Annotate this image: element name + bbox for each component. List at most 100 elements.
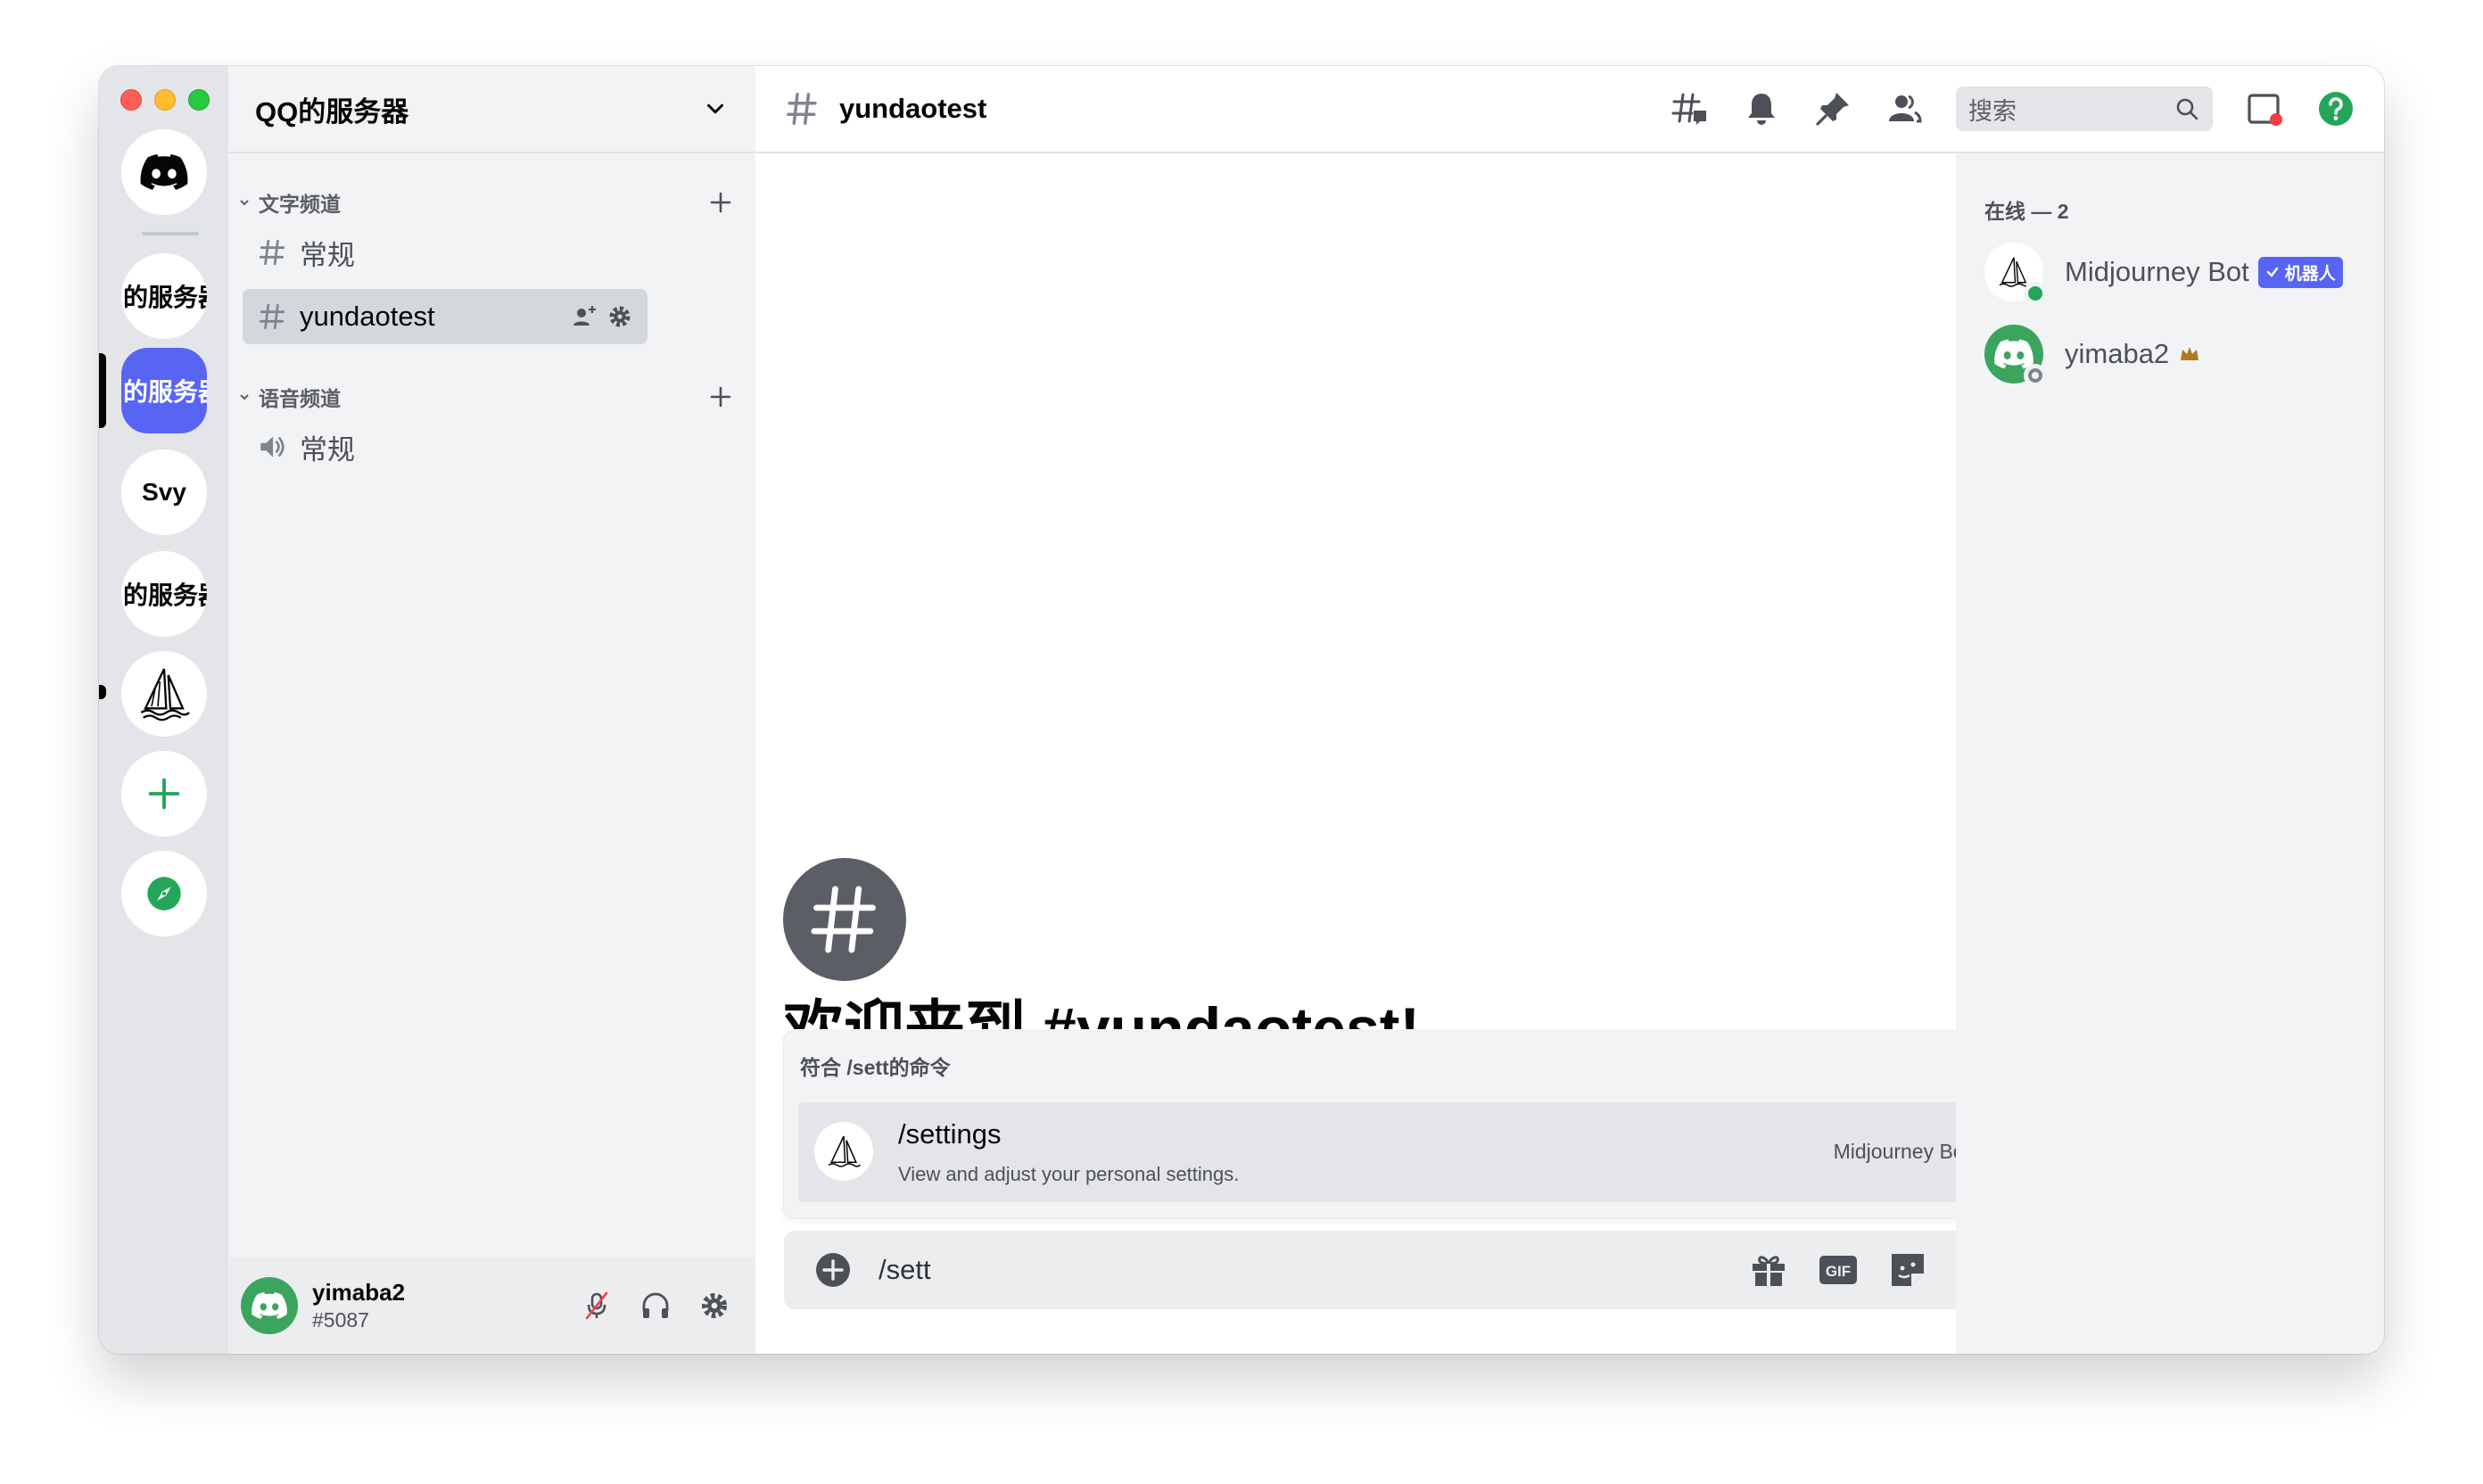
channel-sidebar: QQ的服务器 文字频道 常规 yundaotest 语音频道 常规 yimaba…: [228, 66, 755, 1354]
voice-channel-general[interactable]: 常规: [243, 419, 648, 474]
add-server-button[interactable]: [121, 751, 207, 837]
server-rail: 的服务器 的服务器 Svy 的服务器: [99, 66, 228, 1354]
home-button[interactable]: [121, 129, 207, 215]
category-text-channels[interactable]: 文字频道: [237, 185, 746, 220]
channel-welcome-icon: [783, 858, 906, 981]
command-autocomplete: 符合 /sett的命令 /settings View and adjust yo…: [784, 1031, 2025, 1218]
user-panel: yimaba2 #5087: [228, 1257, 755, 1354]
guild-name: QQ的服务器: [255, 95, 409, 128]
channel-item-yundaotest[interactable]: yundaotest: [243, 289, 648, 344]
bot-avatar: [814, 1122, 873, 1181]
server-icon-active[interactable]: 的服务器: [121, 348, 207, 433]
plus-icon: [148, 778, 180, 810]
member-name: yimaba2: [2065, 338, 2170, 369]
user-settings-gear-icon[interactable]: [698, 1290, 730, 1322]
category-voice-channels[interactable]: 语音频道: [237, 379, 746, 415]
member-list: 在线 — 2 Midjourney Bot 机器人 yimaba2: [1956, 153, 2384, 1354]
attach-plus-icon[interactable]: [814, 1251, 852, 1289]
discord-logo-icon: [252, 1292, 287, 1319]
channel-welcome-title: 欢迎来到 #yundaotest!: [783, 995, 1421, 1029]
guild-header[interactable]: QQ的服务器: [228, 66, 755, 153]
midjourney-server-icon[interactable]: [121, 651, 207, 737]
user-info[interactable]: yimaba2 #5087: [312, 1279, 581, 1332]
zoom-window-button[interactable]: [188, 89, 210, 111]
member-avatar: [1984, 243, 2047, 305]
hashtag-icon: [259, 303, 285, 330]
user-avatar[interactable]: [241, 1277, 298, 1334]
mute-microphone-icon[interactable]: [581, 1290, 613, 1322]
channel-label: 常规: [300, 239, 355, 271]
headphones-icon[interactable]: [639, 1290, 672, 1322]
create-channel-icon[interactable]: [706, 383, 735, 411]
server-label: 的服务器: [123, 284, 207, 311]
rail-separator: [142, 232, 199, 235]
discord-window: 的服务器 的服务器 Svy 的服务器: [99, 66, 2384, 1354]
gift-icon[interactable]: [1747, 1249, 1790, 1291]
server-icon[interactable]: Svy: [121, 449, 207, 535]
hashtag-icon: [811, 886, 876, 953]
message-input[interactable]: /sett: [879, 1254, 1747, 1286]
caret-down-icon: [240, 200, 249, 206]
channel-title: yundaotest: [839, 93, 987, 124]
member-item[interactable]: Midjourney Bot 机器人: [1984, 241, 2368, 305]
sailboat-icon: [828, 1135, 861, 1167]
gear-icon[interactable]: [606, 303, 633, 330]
bot-badge-label: 机器人: [2284, 264, 2336, 284]
discord-logo-icon: [140, 154, 188, 190]
channel-label: yundaotest: [300, 301, 435, 332]
gif-icon[interactable]: GIF: [1817, 1249, 1860, 1291]
sailboat-icon: [140, 668, 190, 721]
member-name: Midjourney Bot: [2065, 256, 2249, 287]
explore-servers-button[interactable]: [121, 851, 207, 936]
window-controls: [120, 89, 210, 111]
command-name: /settings: [898, 1118, 1002, 1150]
offline-status-icon: [2024, 364, 2047, 387]
member-list-icon[interactable]: [1885, 89, 1924, 128]
close-window-button[interactable]: [120, 89, 142, 111]
server-label: 的服务器: [123, 581, 207, 609]
autocomplete-heading: 符合 /sett的命令: [800, 1056, 951, 1079]
chevron-down-icon[interactable]: [702, 95, 729, 122]
command-source: Midjourney Bot: [1833, 1140, 1970, 1163]
bot-badge: 机器人: [2257, 256, 2343, 288]
channel-tools: [571, 303, 633, 330]
channel-label: 常规: [300, 433, 355, 466]
notification-bell-icon[interactable]: [1742, 89, 1781, 128]
server-icon[interactable]: 的服务器: [121, 551, 207, 637]
username: yimaba2: [312, 1279, 406, 1306]
search-placeholder: 搜索: [1968, 97, 2017, 125]
minimize-window-button[interactable]: [154, 89, 176, 111]
server-label: 的服务器: [123, 378, 207, 406]
inbox-icon[interactable]: [2245, 89, 2284, 128]
channel-header: yundaotest 搜索: [755, 66, 2384, 153]
invite-member-icon[interactable]: [571, 303, 598, 330]
header-toolbar: 搜索: [1670, 87, 2355, 131]
chat-area: yundaotest 搜索 欢迎来到 #yundaotest! 符合 /sett…: [755, 66, 2384, 1354]
unread-indicator: [99, 685, 106, 699]
server-label: Svy: [142, 478, 186, 506]
help-icon[interactable]: [2316, 89, 2355, 128]
crown-icon: [2181, 347, 2199, 360]
compass-icon: [147, 877, 181, 911]
online-status-icon: [2024, 282, 2047, 305]
category-label: 文字频道: [259, 193, 341, 216]
caret-down-icon: [240, 394, 249, 400]
server-icon[interactable]: 的服务器: [121, 253, 207, 339]
member-group-heading: 在线 — 2: [1984, 200, 2069, 223]
speaker-icon: [260, 436, 285, 458]
user-discriminator: #5087: [312, 1308, 369, 1331]
member-avatar: [1984, 325, 2047, 387]
search-input[interactable]: 搜索: [1956, 87, 2213, 131]
pin-icon[interactable]: [1813, 89, 1852, 128]
verified-check-icon: [2266, 267, 2278, 277]
command-description: View and adjust your personal settings.: [898, 1163, 1240, 1185]
user-controls: [581, 1290, 730, 1322]
create-channel-icon[interactable]: [706, 188, 735, 217]
member-item[interactable]: yimaba2: [1984, 323, 2368, 387]
search-icon: [2176, 98, 2198, 120]
sticker-icon[interactable]: [1886, 1249, 1929, 1291]
command-option-settings[interactable]: /settings View and adjust your personal …: [798, 1102, 1984, 1202]
channel-item-general[interactable]: 常规: [243, 225, 648, 280]
category-label: 语音频道: [259, 387, 341, 410]
threads-icon[interactable]: [1670, 89, 1710, 128]
